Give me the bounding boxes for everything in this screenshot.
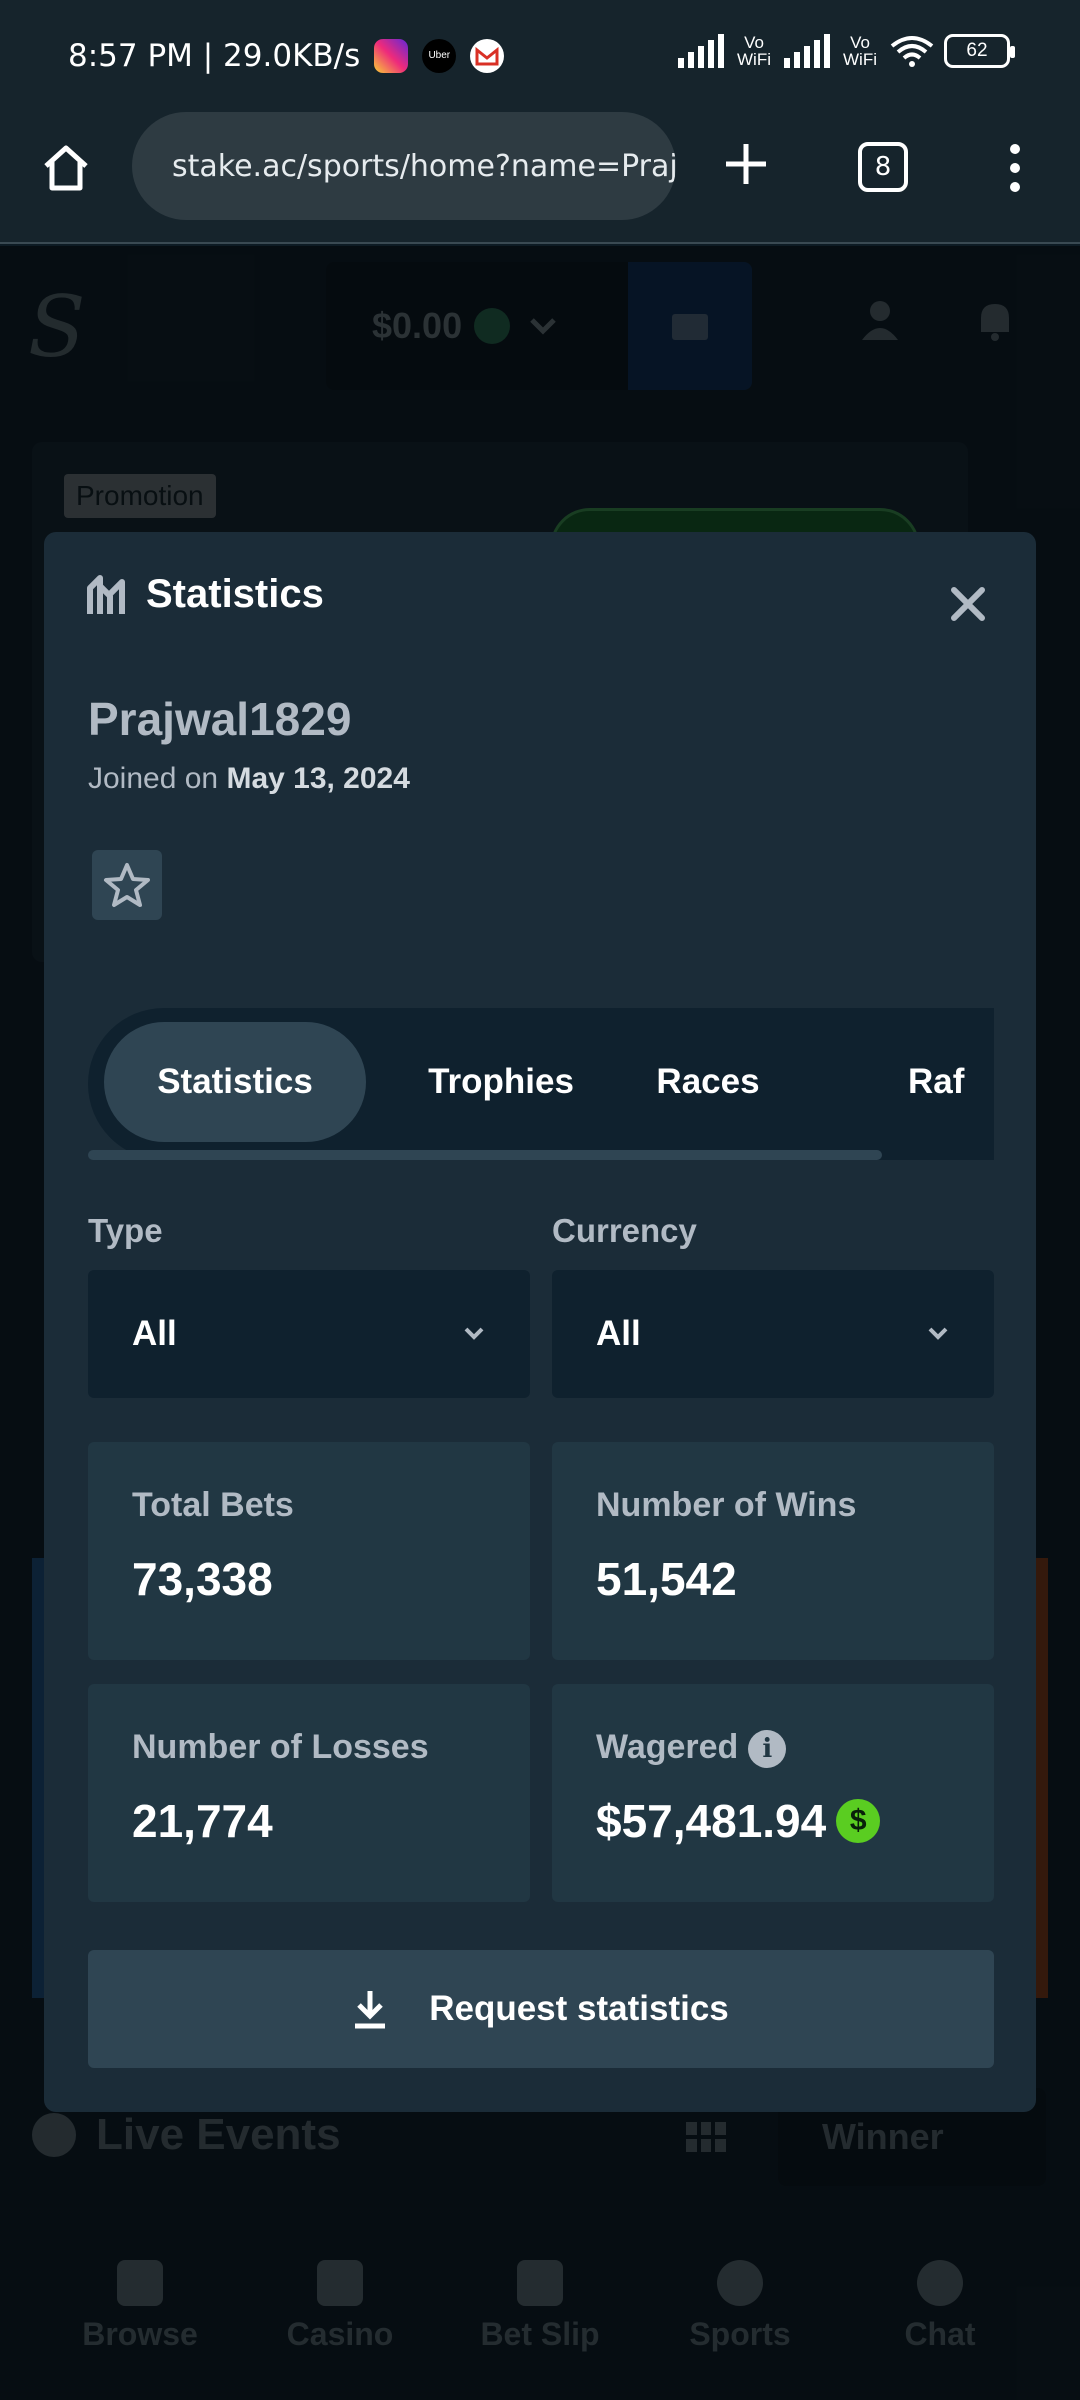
tab-switcher-button[interactable]: 8 bbox=[858, 142, 908, 192]
vowifi-label: Vo WiFi bbox=[843, 33, 877, 69]
username: Prajwal1829 bbox=[88, 693, 352, 745]
stat-card-total-bets: Total Bets 73,338 bbox=[88, 1442, 530, 1660]
stat-value: 21,774 bbox=[132, 1795, 273, 1847]
stat-card-wins: Number of Wins 51,542 bbox=[552, 1442, 994, 1660]
currency-select-value: All bbox=[596, 1314, 641, 1353]
type-label: Type bbox=[88, 1212, 163, 1249]
stat-value: $57,481.94 bbox=[596, 1795, 827, 1847]
tab-trophies[interactable]: Trophies bbox=[406, 1022, 596, 1142]
joined-date: Joined on May 13, 2024 bbox=[88, 762, 410, 796]
gmail-icon bbox=[470, 39, 505, 73]
tab-races[interactable]: Races bbox=[636, 1022, 780, 1142]
close-icon[interactable] bbox=[948, 584, 988, 624]
address-bar[interactable]: stake.ac/sports/home?name=Prajwal1829 bbox=[132, 112, 676, 220]
stat-label: Number of Losses bbox=[132, 1728, 429, 1766]
status-indicators: Vo WiFi Vo WiFi 62 bbox=[678, 33, 1015, 69]
request-statistics-label: Request statistics bbox=[429, 1989, 729, 2028]
stat-label: Total Bets bbox=[132, 1486, 294, 1524]
overflow-menu-icon[interactable] bbox=[1000, 140, 1030, 196]
type-select-value: All bbox=[132, 1314, 177, 1353]
favorite-button[interactable] bbox=[92, 850, 162, 920]
star-icon bbox=[104, 863, 150, 907]
info-icon[interactable]: i bbox=[748, 1730, 787, 1769]
home-icon[interactable] bbox=[38, 140, 94, 196]
tab-raffles[interactable]: Raf bbox=[908, 1022, 994, 1142]
stat-card-losses: Number of Losses 21,774 bbox=[88, 1684, 530, 1902]
download-icon bbox=[355, 1991, 386, 2029]
chevron-down-icon bbox=[464, 1327, 484, 1340]
chevron-down-icon bbox=[928, 1327, 948, 1340]
currency-label: Currency bbox=[552, 1212, 697, 1249]
wifi-icon bbox=[890, 36, 934, 67]
new-tab-icon[interactable] bbox=[718, 136, 774, 192]
vowifi-label: Vo WiFi bbox=[737, 33, 771, 69]
stat-label: Number of Wins bbox=[596, 1486, 857, 1524]
stat-value-wagered: $57,481.94 $ bbox=[596, 1794, 881, 1848]
stat-card-wagered: Wagered i $57,481.94 $ bbox=[552, 1684, 994, 1902]
status-time: 8:57 PM | 29.0KB/s bbox=[68, 38, 361, 74]
modal-title: Statistics bbox=[146, 572, 324, 616]
usd-coin-icon: $ bbox=[836, 1798, 881, 1843]
joined-date-value: May 13, 2024 bbox=[226, 762, 410, 795]
stat-label: Wagered bbox=[596, 1728, 739, 1766]
uber-icon: Uber bbox=[422, 39, 457, 73]
stat-value: 73,338 bbox=[132, 1553, 273, 1605]
signal-icon bbox=[678, 34, 724, 68]
joined-prefix: Joined on bbox=[88, 762, 227, 795]
stats-tabs: Statistics Trophies Races Raf bbox=[88, 1008, 994, 1160]
statistics-icon bbox=[87, 574, 125, 614]
battery-icon: 62 bbox=[944, 34, 1015, 68]
request-statistics-button[interactable]: Request statistics bbox=[88, 1950, 994, 2068]
tab-statistics[interactable]: Statistics bbox=[104, 1022, 366, 1142]
signal-icon bbox=[784, 34, 830, 68]
type-select[interactable]: All bbox=[88, 1270, 530, 1398]
url-text: stake.ac/sports/home?name=Prajwal1829 bbox=[172, 148, 676, 184]
stat-value: 51,542 bbox=[596, 1553, 737, 1605]
status-bar: 8:57 PM | 29.0KB/s Uber Vo WiFi Vo WiFi … bbox=[0, 0, 1080, 112]
currency-select[interactable]: All bbox=[552, 1270, 994, 1398]
browser-toolbar: stake.ac/sports/home?name=Prajwal1829 8 bbox=[0, 112, 1080, 244]
stat-label-wagered: Wagered i bbox=[596, 1728, 787, 1769]
modal-header: Statistics bbox=[86, 572, 324, 617]
tabs-scrollbar[interactable] bbox=[88, 1150, 882, 1160]
instagram-icon bbox=[374, 39, 409, 73]
statistics-modal: Statistics Prajwal1829 Joined on May 13,… bbox=[44, 532, 1036, 2112]
